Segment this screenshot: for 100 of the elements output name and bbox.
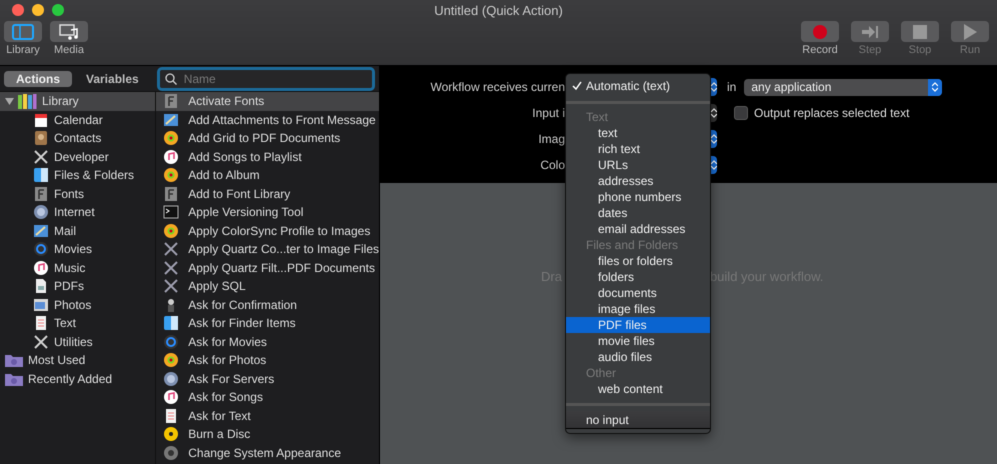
category-item[interactable]: Calendar (0, 110, 156, 129)
menu-item[interactable]: PDF files (566, 317, 710, 333)
menu-item[interactable]: Automatic (text) (566, 77, 710, 95)
action-item[interactable]: Apply Quartz Co...ter to Image Files (156, 240, 379, 258)
action-label: Ask for Finder Items (188, 316, 296, 330)
stepper-icon (710, 82, 716, 92)
action-item[interactable]: Ask For Servers (156, 370, 379, 388)
category-item[interactable]: PDFs (0, 277, 156, 296)
search-field[interactable]: Name (156, 66, 375, 90)
movie-icon (33, 241, 49, 258)
application-popup[interactable]: any application (744, 78, 942, 96)
action-item[interactable]: Ask for Confirmation (156, 296, 379, 314)
menu-item[interactable]: web content (566, 381, 710, 397)
menu-item[interactable]: phone numbers (566, 189, 710, 205)
menu-item[interactable]: documents (566, 285, 710, 301)
menu-item[interactable]: image files (566, 301, 710, 317)
action-item[interactable]: Apple Versioning Tool (156, 203, 379, 222)
menu-header: Other (585, 365, 618, 381)
category-item[interactable]: Contacts (0, 129, 156, 148)
library-button[interactable] (4, 21, 42, 42)
category-item[interactable]: Photos (0, 296, 156, 314)
setting-label: Workflow receives curren (430, 80, 565, 94)
media-button[interactable] (50, 21, 88, 42)
category-item[interactable]: Mail (0, 222, 156, 240)
zoom-button[interactable] (52, 4, 64, 16)
window-title: Untitled (Quick Action) (433, 2, 564, 20)
menu-item[interactable]: folders (566, 269, 710, 285)
menu-item[interactable]: URLs (566, 157, 710, 173)
menu-item[interactable]: audio files (566, 349, 710, 365)
action-item[interactable]: Ask for Photos (156, 351, 379, 370)
category-item[interactable]: Music (0, 258, 156, 277)
action-item[interactable]: Add to Font Library (156, 184, 379, 203)
action-label: Ask for Confirmation (188, 298, 297, 312)
action-label: Add to Font Library (188, 186, 290, 201)
action-item[interactable]: Add to Album (156, 166, 379, 184)
action-item[interactable]: Burn a Disc (156, 425, 379, 444)
search-icon (164, 72, 177, 84)
toolbar-label: Record (802, 44, 838, 56)
action-label: Apply Quartz Filt...PDF Documents (188, 260, 375, 275)
category-item[interactable]: Utilities (0, 332, 156, 351)
action-item[interactable]: Add Grid to PDF Documents (156, 129, 379, 148)
action-label: Ask for Movies (188, 334, 267, 349)
menu-item[interactable]: rich text (566, 141, 710, 157)
tab[interactable]: Actions (4, 70, 72, 86)
menu-item[interactable]: dates (566, 205, 710, 221)
finder-icon (33, 167, 49, 184)
category-item[interactable]: Files & Folders (0, 166, 156, 184)
font-icon (163, 93, 180, 110)
menu-header: Text (585, 109, 610, 125)
category-label: Contacts (54, 131, 102, 146)
checkbox[interactable] (734, 106, 748, 120)
toolbar-label: Step (858, 44, 882, 56)
checkbox-label: Output replaces selected text (754, 106, 910, 120)
action-item[interactable]: Ask for Finder Items (156, 314, 379, 332)
photos-icon (163, 130, 180, 146)
menu-item[interactable]: movie files (566, 333, 710, 349)
stepper-icon (932, 82, 938, 92)
category-item[interactable]: Most Used (0, 351, 156, 370)
action-item[interactable]: Change System Appearance (156, 444, 379, 462)
mail-icon (163, 112, 180, 128)
menu-item[interactable]: addresses (566, 173, 710, 189)
minimize-button[interactable] (32, 4, 44, 16)
action-label: Add Grid to PDF Documents (188, 131, 340, 146)
setting-label: in (727, 80, 736, 94)
sidebar-icon (12, 24, 34, 40)
document-icon (33, 278, 49, 294)
media-icon (59, 24, 79, 40)
action-label: Burn a Disc (188, 427, 250, 442)
stepper-icon (710, 108, 716, 118)
category-item[interactable]: Recently Added (0, 370, 156, 388)
action-item[interactable]: Activate Fonts (156, 92, 379, 110)
menu-item[interactable]: text (566, 125, 710, 141)
action-item[interactable]: Apply Quartz Filt...PDF Documents (156, 258, 379, 277)
tab[interactable]: Variables (78, 70, 147, 86)
close-button[interactable] (12, 4, 24, 16)
action-label: Activate Fonts (188, 94, 264, 108)
action-item[interactable]: Ask for Movies (156, 332, 379, 351)
menu-item[interactable]: email addresses (566, 221, 710, 237)
category-item[interactable]: Developer (0, 148, 156, 166)
action-label: Apple Versioning Tool (188, 205, 304, 220)
action-label: Apply Quartz Co...ter to Image Files (188, 242, 379, 256)
calendar-icon (33, 112, 49, 128)
action-item[interactable]: Add Songs to Playlist (156, 148, 379, 166)
menu-item[interactable]: files or folders (566, 253, 710, 269)
category-item[interactable]: Internet (0, 203, 156, 222)
action-item[interactable]: Ask for Text (156, 406, 379, 425)
category-item[interactable]: Library (0, 92, 156, 110)
category-label: Internet (54, 205, 95, 220)
action-item[interactable]: Add Attachments to Front Message (156, 110, 379, 129)
category-item[interactable]: Movies (0, 240, 156, 258)
smart-folder-icon (5, 353, 23, 368)
tools-icon (33, 148, 49, 165)
category-item[interactable]: Text (0, 314, 156, 332)
action-item[interactable]: Apply ColorSync Profile to Images (156, 222, 379, 240)
category-item[interactable]: Fonts (0, 184, 156, 203)
action-item[interactable]: Ask for Songs (156, 388, 379, 406)
action-item[interactable]: Apply SQL (156, 277, 379, 296)
stop-icon (913, 24, 927, 38)
tools-icon (163, 278, 180, 294)
menu-item[interactable]: no input (566, 411, 710, 429)
